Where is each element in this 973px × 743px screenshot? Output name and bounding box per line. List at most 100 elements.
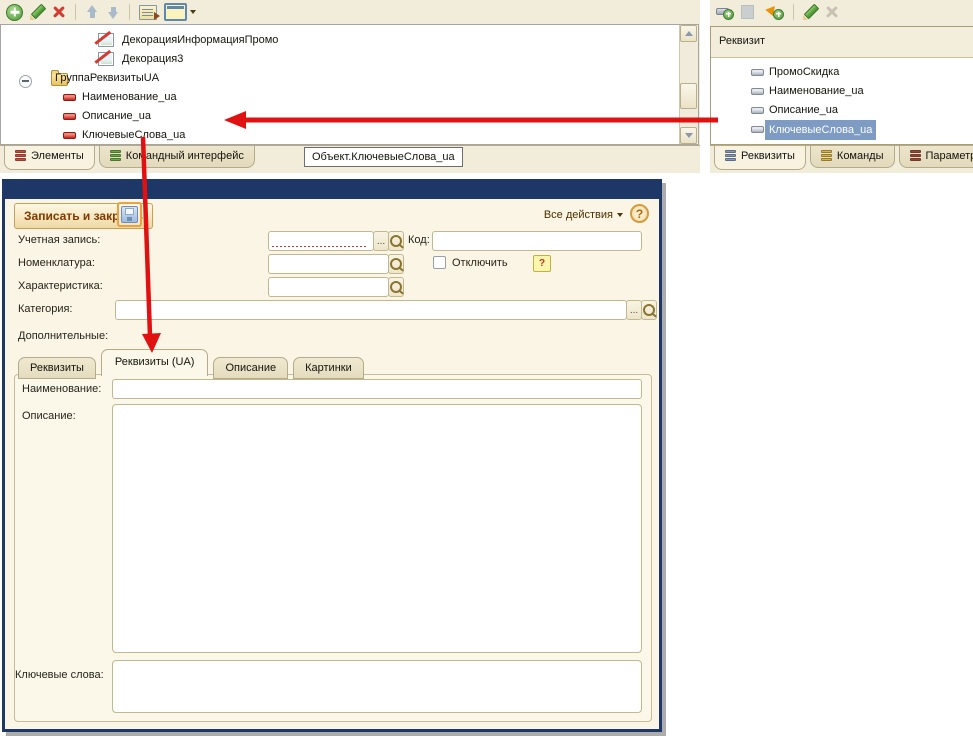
add-tabular-icon[interactable]: [741, 5, 759, 20]
account-label: Учетная запись:: [18, 234, 100, 246]
tree-item-label[interactable]: ГруппаРеквизитыUA: [55, 69, 159, 87]
help-icon[interactable]: ?: [630, 204, 649, 223]
list-attribute-icon: [751, 107, 764, 114]
list-header-label: Реквизит: [719, 35, 765, 47]
save-icon: [121, 206, 138, 223]
keywords-textarea[interactable]: [112, 660, 642, 713]
account-input[interactable]: [268, 231, 374, 251]
tab-pictures[interactable]: Картинки: [293, 357, 364, 379]
check-form-icon[interactable]: [139, 5, 157, 20]
tree-item-label[interactable]: Декорация3: [122, 50, 183, 68]
form-preview-window: Записать и закрыть Все действия ? Учетна…: [2, 179, 662, 732]
nomenclature-search-button[interactable]: [388, 254, 404, 274]
tree-item[interactable]: Наименование_ua: [1, 88, 661, 106]
add-command-icon[interactable]: [766, 5, 784, 20]
decoration-icon: [98, 52, 114, 66]
elements-panel: ДекорацияИнформацияПромо Декорация3 Груп…: [0, 0, 700, 173]
toolbar-separator: [75, 4, 76, 20]
list-item-label[interactable]: Наименование_ua: [769, 82, 864, 100]
tab-command-interface[interactable]: Командный интерфейс: [99, 146, 255, 168]
scroll-up-button[interactable]: [680, 25, 697, 42]
dropdown-caret: [617, 213, 623, 217]
move-down-icon[interactable]: [106, 5, 120, 19]
list-item-label[interactable]: КлючевыеСлова_ua: [765, 120, 876, 140]
form-tabstrip: Реквизиты Реквизиты (UA) Описание Картин…: [18, 352, 369, 379]
tree-item-label[interactable]: Наименование_ua: [82, 88, 177, 106]
tab-label: Параметр: [926, 150, 973, 162]
category-search-button[interactable]: [641, 300, 657, 320]
tree-item[interactable]: КлючевыеСлова_ua: [1, 126, 661, 144]
list-item[interactable]: ПромоСкидка: [711, 63, 971, 81]
tab-label: Реквизиты: [741, 150, 795, 162]
move-up-icon[interactable]: [85, 5, 99, 19]
add-icon[interactable]: [6, 4, 23, 21]
tree-item[interactable]: ДекорацияИнформацияПромо: [1, 31, 661, 49]
list-item[interactable]: Наименование_ua: [711, 82, 971, 100]
tree-item-label[interactable]: Описание_ua: [82, 107, 151, 125]
tab-description[interactable]: Описание: [213, 357, 288, 379]
tab-attributes[interactable]: Реквизиты: [714, 146, 806, 170]
tab-label: Реквизиты (UA): [115, 356, 195, 368]
category-label: Категория:: [18, 303, 72, 315]
delete-icon[interactable]: [52, 5, 66, 19]
additional-label: Дополнительные:: [18, 330, 108, 342]
tab-label: Реквизиты: [30, 362, 84, 374]
tree-scrollbar[interactable]: [679, 25, 698, 144]
nomenclature-input[interactable]: [268, 254, 389, 274]
tab-attributes-ru[interactable]: Реквизиты: [18, 357, 96, 379]
tab-parameters[interactable]: Параметр: [899, 146, 973, 168]
tree-item[interactable]: ГруппаРеквизитыUA: [1, 69, 661, 87]
list-item-label[interactable]: Описание_ua: [769, 101, 838, 119]
characteristic-search-button[interactable]: [388, 277, 404, 297]
dropdown-caret[interactable]: [190, 10, 196, 14]
search-icon: [390, 281, 402, 293]
tab-elements[interactable]: Элементы: [4, 146, 95, 170]
scrollbar-thumb[interactable]: [680, 83, 697, 109]
tab-bars-icon: [15, 150, 26, 162]
code-input[interactable]: [432, 231, 642, 251]
edit-icon[interactable]: [803, 5, 818, 20]
keywords-label: Ключевые слова:: [15, 669, 104, 681]
attributes-toolbar: [710, 0, 973, 24]
tab-bars-icon: [821, 150, 832, 162]
search-icon: [643, 304, 655, 316]
tab-attributes-ua[interactable]: Реквизиты (UA): [101, 349, 209, 376]
attribute-icon: [63, 132, 76, 139]
expander-icon[interactable]: [19, 75, 32, 88]
list-header[interactable]: Реквизит: [711, 27, 973, 58]
category-select-button[interactable]: ...: [626, 300, 642, 320]
name-label: Наименование:: [22, 383, 101, 395]
tree-item-label[interactable]: ДекорацияИнформацияПромо: [122, 31, 278, 49]
tab-bars-icon: [725, 150, 736, 162]
triangle-down-icon: [685, 133, 693, 138]
name-input[interactable]: [112, 379, 642, 399]
tree-item-label[interactable]: КлючевыеСлова_ua: [82, 126, 185, 144]
list-item[interactable]: Описание_ua: [711, 101, 971, 119]
tree-item[interactable]: Декорация3: [1, 50, 661, 68]
tab-bars-icon: [110, 150, 121, 162]
save-button[interactable]: [117, 202, 142, 227]
list-attribute-icon: [751, 126, 764, 133]
all-actions-button[interactable]: Все действия: [544, 209, 623, 221]
decoration-icon: [98, 33, 114, 47]
account-select-button[interactable]: ...: [373, 231, 389, 251]
hint-icon[interactable]: ?: [533, 255, 551, 272]
list-item-label[interactable]: ПромоСкидка: [769, 63, 839, 81]
tab-commands[interactable]: Команды: [810, 146, 895, 168]
tree-item[interactable]: Описание_ua: [1, 107, 661, 125]
category-input[interactable]: [115, 300, 627, 320]
tab-bars-icon: [910, 150, 921, 162]
edit-icon[interactable]: [30, 5, 45, 20]
preview-icon[interactable]: [164, 3, 187, 21]
account-search-button[interactable]: [388, 231, 404, 251]
add-attribute-icon[interactable]: [716, 5, 734, 20]
description-textarea[interactable]: [112, 404, 642, 653]
disable-checkbox[interactable]: [433, 256, 446, 269]
delete-icon[interactable]: [825, 5, 839, 19]
characteristic-input[interactable]: [268, 277, 389, 297]
elements-tree: ДекорацияИнформацияПромо Декорация3 Груп…: [0, 24, 699, 145]
scroll-down-button[interactable]: [680, 127, 697, 144]
window-titlebar[interactable]: [5, 182, 659, 199]
attribute-icon: [63, 113, 76, 120]
list-item[interactable]: КлючевыеСлова_ua: [711, 120, 971, 138]
